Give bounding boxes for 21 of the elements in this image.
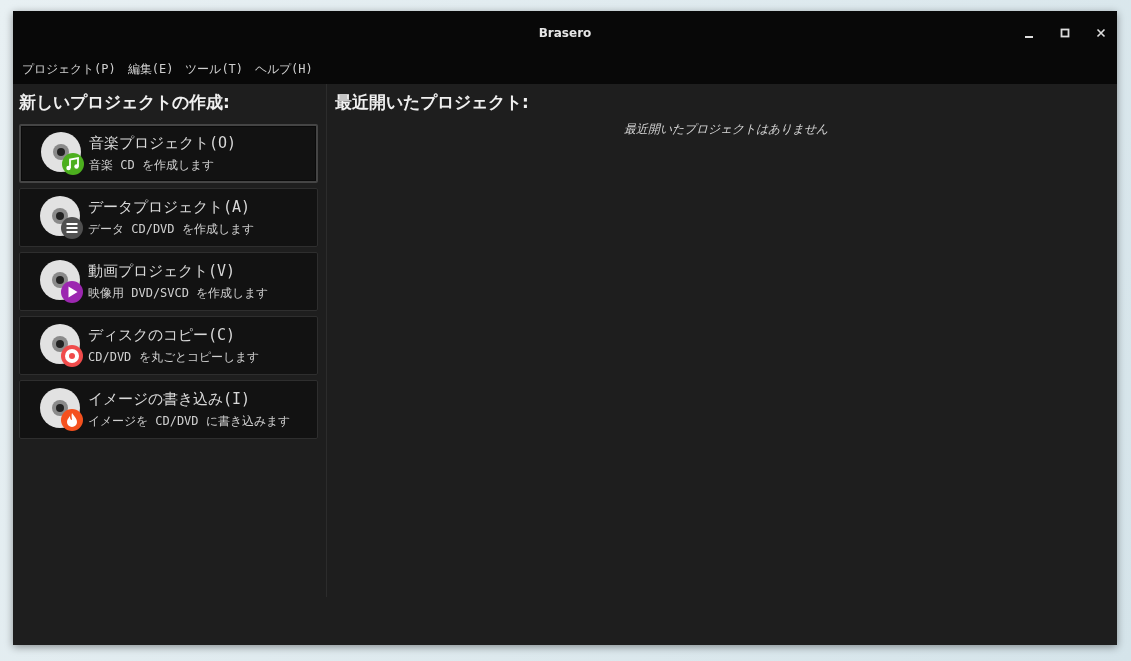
menu-item[interactable]: プロジェクト(P) — [17, 59, 121, 80]
minimize-icon — [1025, 36, 1033, 38]
window-title: Brasero — [538, 26, 592, 40]
maximize-icon — [1060, 28, 1070, 38]
disc-icon — [40, 323, 84, 368]
menu-item[interactable]: ツール(T) — [180, 59, 249, 80]
disc-icon — [40, 387, 84, 432]
disc-icon — [40, 195, 84, 240]
section-heading: 新しいプロジェクトの作成: — [19, 91, 231, 114]
project-type-button[interactable]: ディスクのコピー(C) CD/DVD を丸ごとコピーします — [19, 316, 318, 375]
project-type-button[interactable]: イメージの書き込み(I) イメージを CD/DVD に書き込みます — [19, 380, 318, 439]
section-heading: 最近開いたプロジェクト: — [335, 91, 530, 114]
menu-item[interactable]: 編集(E) — [122, 59, 179, 80]
menu-item[interactable]: ヘルプ(H) — [250, 59, 318, 80]
empty-message: 最近開いたプロジェクトはありません — [623, 121, 829, 138]
project-type-button[interactable]: 音楽プロジェクト(O) 音楽 CD を作成します — [19, 124, 318, 183]
project-type-button[interactable]: 動画プロジェクト(V) 映像用 DVD/SVCD を作成します — [19, 252, 318, 311]
close-icon — [1096, 28, 1106, 38]
project-type-button[interactable]: データプロジェクト(A) データ CD/DVD を作成します — [19, 188, 318, 247]
disc-icon — [40, 259, 84, 304]
disc-icon — [41, 131, 85, 176]
